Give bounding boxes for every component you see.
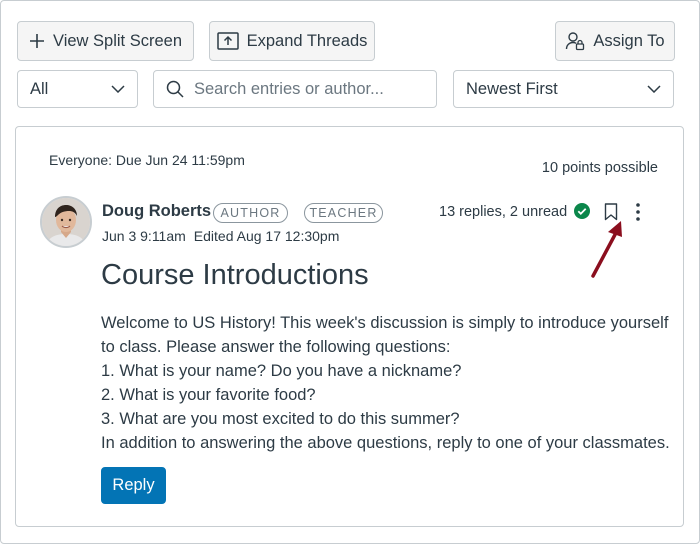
edited-date: Edited Aug 17 12:30pm — [193, 228, 340, 244]
posted-date: Jun 3 9:11am — [102, 228, 186, 244]
view-split-screen-label: View Split Screen — [52, 31, 182, 50]
assign-to-button[interactable]: Assign To — [555, 21, 675, 61]
body-line: Welcome to US History! This week's discu… — [101, 314, 669, 332]
more-options-icon[interactable] — [634, 202, 642, 222]
points-possible-text: 10 points possible — [541, 160, 658, 176]
search-field[interactable] — [153, 70, 437, 108]
chevron-down-icon — [111, 85, 125, 93]
annotation-arrow-icon — [591, 221, 622, 278]
body-line: In addition to answering the above quest… — [101, 434, 670, 452]
view-split-screen-button[interactable]: View Split Screen — [17, 21, 194, 61]
expand-threads-label: Expand Threads — [246, 31, 368, 50]
filter-select[interactable]: All — [17, 70, 138, 108]
search-input[interactable] — [194, 79, 424, 99]
assign-to-label: Assign To — [593, 31, 665, 50]
search-icon — [166, 80, 184, 98]
filter-select-value: All — [30, 79, 49, 98]
body-line: 3. What are you most excited to do this … — [101, 410, 460, 428]
topic-title: Course Introductions — [101, 259, 369, 291]
teacher-badge: TEACHER — [304, 203, 383, 223]
avatar-portrait — [42, 198, 90, 246]
author-badge: AUTHOR — [213, 203, 288, 223]
post-dates: Jun 3 9:11am Edited Aug 17 12:30pm — [102, 228, 339, 244]
reply-button[interactable]: Reply — [101, 467, 166, 504]
user-lock-icon — [566, 32, 585, 51]
author-name[interactable]: Doug Roberts — [102, 202, 211, 221]
reply-count-text: 13 replies, 2 unread — [439, 204, 568, 220]
body-line: 1. What is your name? Do you have a nick… — [101, 362, 462, 380]
due-date-text: Everyone: Due Jun 24 11:59pm — [49, 152, 245, 168]
chevron-down-icon — [647, 85, 661, 93]
sort-select-value: Newest First — [466, 79, 558, 98]
avatar[interactable] — [40, 196, 92, 248]
body-line: to class. Please answer the following qu… — [101, 338, 451, 356]
topic-body: Welcome to US History! This week's discu… — [101, 311, 670, 455]
expand-icon — [216, 32, 239, 50]
plus-icon — [29, 34, 44, 48]
body-line: 2. What is your favorite food? — [101, 386, 316, 404]
expand-threads-button[interactable]: Expand Threads — [209, 21, 375, 61]
discussion-topic-card: Everyone: Due Jun 24 11:59pm 10 points p… — [15, 126, 684, 527]
sort-select[interactable]: Newest First — [453, 70, 674, 108]
